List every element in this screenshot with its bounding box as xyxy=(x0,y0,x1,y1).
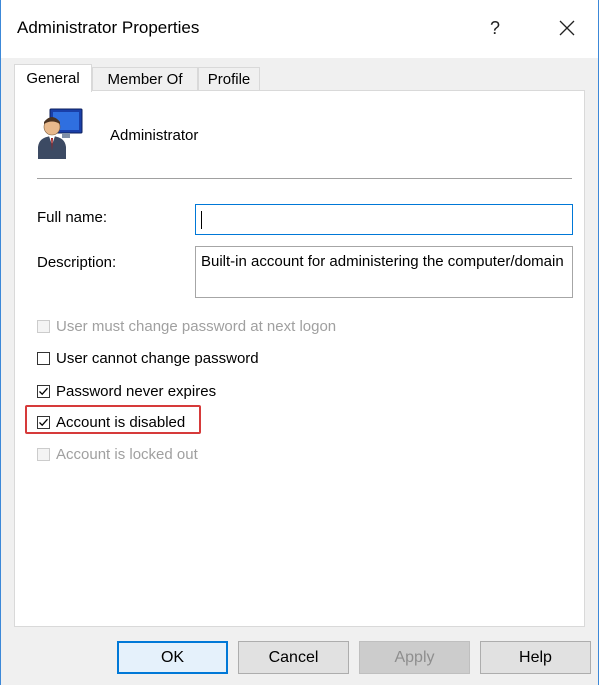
full-name-input[interactable] xyxy=(195,204,573,235)
help-button[interactable]: ? xyxy=(475,10,515,46)
checkbox-box[interactable] xyxy=(37,415,50,429)
checkbox-box xyxy=(37,319,50,333)
checkbox-label: Account is locked out xyxy=(56,445,198,463)
ok-button[interactable]: OK xyxy=(117,641,228,674)
user-name: Administrator xyxy=(110,127,199,144)
must-change-password-checkbox: User must change password at next logon xyxy=(37,316,336,336)
apply-button[interactable]: Apply xyxy=(359,641,470,674)
general-tab-panel: Administrator Full name: Description: Bu… xyxy=(14,90,585,627)
help-icon: ? xyxy=(489,17,500,38)
cancel-button[interactable]: Cancel xyxy=(238,641,349,674)
checkmark-icon xyxy=(39,387,48,395)
password-never-expires-checkbox[interactable]: Password never expires xyxy=(37,381,216,401)
checkbox-box[interactable] xyxy=(37,351,50,365)
description-label: Description: xyxy=(37,254,117,271)
checkbox-label: User must change password at next logon xyxy=(56,317,337,335)
window-title: Administrator Properties xyxy=(17,18,200,37)
checkbox-box xyxy=(37,447,50,461)
separator xyxy=(37,178,572,180)
properties-dialog: Administrator Properties ? General Membe… xyxy=(0,0,599,685)
checkbox-label: Password never expires xyxy=(56,382,217,400)
tab-strip: General Member Of Profile xyxy=(14,64,584,92)
user-computer-icon xyxy=(38,108,83,159)
account-locked-out-checkbox: Account is locked out xyxy=(37,444,198,464)
close-icon xyxy=(559,20,575,36)
checkmark-icon xyxy=(39,418,48,426)
description-input[interactable]: Built-in account for administering the c… xyxy=(195,246,573,298)
tab-profile[interactable]: Profile xyxy=(198,67,260,91)
cannot-change-password-checkbox[interactable]: User cannot change password xyxy=(37,348,259,368)
account-disabled-checkbox[interactable]: Account is disabled xyxy=(37,412,185,432)
text-caret xyxy=(201,211,202,230)
tab-member-of[interactable]: Member Of xyxy=(92,67,198,91)
checkbox-box[interactable] xyxy=(37,384,50,398)
title-bar: Administrator Properties ? xyxy=(1,0,598,58)
full-name-label: Full name: xyxy=(37,209,108,226)
checkbox-label: User cannot change password xyxy=(56,349,259,367)
checkbox-label: Account is disabled xyxy=(56,413,186,431)
help-dialog-button[interactable]: Help xyxy=(480,641,591,674)
close-button[interactable] xyxy=(547,10,587,46)
tab-general[interactable]: General xyxy=(14,64,92,92)
